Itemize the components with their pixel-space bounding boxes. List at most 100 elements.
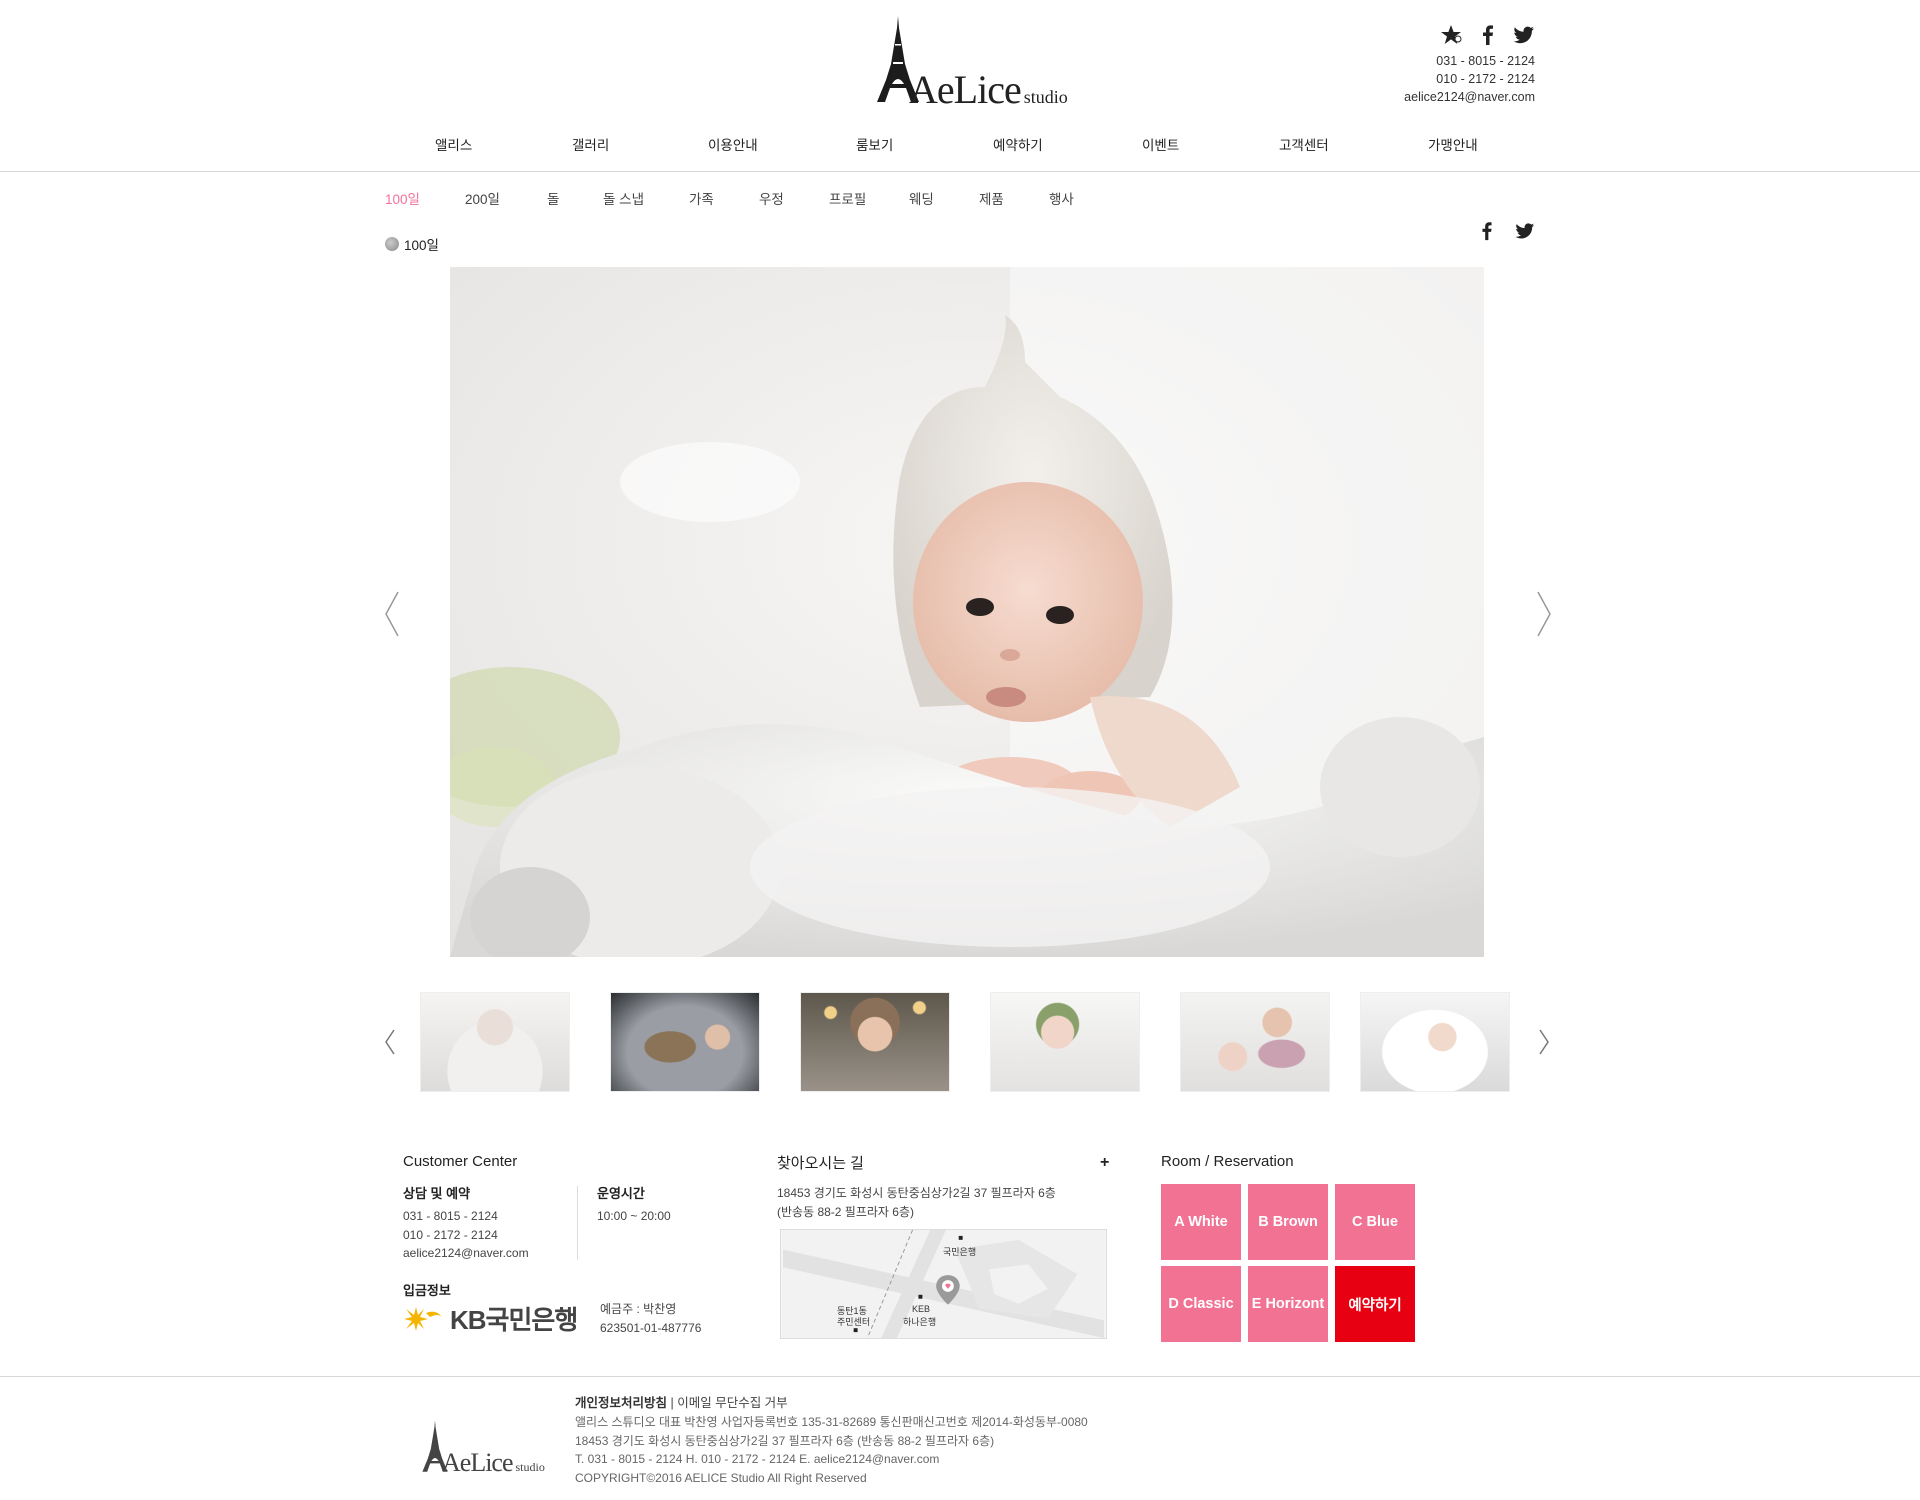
map-label-keb-line-2: 하나은행 bbox=[903, 1317, 937, 1327]
address-line-2: (반송동 88-2 필프라자 6층) bbox=[777, 1204, 915, 1219]
thumbnail-5[interactable] bbox=[1180, 992, 1330, 1092]
thumbnail-4[interactable] bbox=[990, 992, 1140, 1092]
thumbnail-3[interactable] bbox=[800, 992, 950, 1092]
consult-phone-2: 010 - 2172 - 2124 bbox=[403, 1227, 498, 1242]
address-line-1: 18453 경기도 화성시 동탄중심상가2길 37 필프라자 6층 bbox=[777, 1186, 1056, 1200]
footer-logo-text: AeLice studio bbox=[442, 1448, 545, 1478]
thumbnail-6-image bbox=[1361, 993, 1509, 1091]
header-social bbox=[1441, 24, 1535, 46]
footer-logo-sub-text: studio bbox=[515, 1460, 545, 1474]
kb-bank-name: KB국민은행 bbox=[450, 1305, 578, 1335]
email-refusal-link[interactable]: 이메일 무단수집 거부 bbox=[677, 1396, 787, 1410]
column-divider bbox=[577, 1186, 578, 1260]
nav-item-franchise[interactable]: 가맹안내 bbox=[1428, 134, 1478, 154]
footer-line-3: T. 031 - 8015 - 2124 H. 010 - 2172 - 212… bbox=[575, 1452, 940, 1466]
thumbnail-2-image bbox=[611, 993, 759, 1091]
thumbnail-6[interactable] bbox=[1360, 992, 1510, 1092]
tab-100-days[interactable]: 100일 bbox=[385, 188, 420, 208]
nav-item-reserve[interactable]: 예약하기 bbox=[993, 134, 1043, 154]
tab-product[interactable]: 제품 bbox=[979, 188, 1004, 208]
room-e-horizont-button[interactable]: E Horizont bbox=[1248, 1266, 1328, 1342]
hours-text: 10:00 ~ 20:00 bbox=[597, 1209, 671, 1223]
directions-title: 찾아오시는 길 bbox=[777, 1155, 864, 1172]
account-holder: 예금주 : 박찬영 bbox=[600, 1302, 677, 1316]
room-d-classic-button[interactable]: D Classic bbox=[1161, 1266, 1241, 1342]
main-gallery-photo bbox=[450, 267, 1484, 957]
deposit-title: 입금정보 bbox=[403, 1283, 451, 1298]
header-phone-1: 031 - 8015 - 2124 bbox=[1436, 54, 1535, 68]
nav-item-customer-center[interactable]: 고객센터 bbox=[1279, 134, 1329, 154]
consult-email[interactable]: aelice2124@naver.com bbox=[403, 1244, 529, 1263]
room-a-white-button[interactable]: A White bbox=[1161, 1184, 1241, 1260]
footer-line-1: 앨리스 스튜디오 대표 박찬영 사업자등록번호 135-31-82689 통신판… bbox=[575, 1415, 1088, 1429]
reserve-button[interactable]: 예약하기 bbox=[1335, 1266, 1415, 1342]
footer-divider bbox=[0, 1376, 1920, 1377]
thumbnails-next-arrow[interactable] bbox=[1537, 1028, 1551, 1056]
account-info: 예금주 : 박찬영 623501-01-487776 bbox=[600, 1300, 701, 1337]
logo-sub-text: studio bbox=[1023, 87, 1068, 107]
thumbnail-2[interactable] bbox=[610, 992, 760, 1092]
footer-logo-main-text: AeLice bbox=[442, 1448, 514, 1477]
kb-bank-logo: KB국민은행 bbox=[402, 1300, 578, 1337]
star-icon[interactable] bbox=[1441, 24, 1463, 46]
header-email[interactable]: aelice2124@naver.com bbox=[1404, 88, 1535, 106]
nav-item-rooms[interactable]: 룸보기 bbox=[856, 134, 893, 154]
share-buttons bbox=[1477, 221, 1535, 241]
thumbnail-4-image bbox=[991, 993, 1139, 1091]
location-map[interactable]: 국민은행 동탄1동 주민센터 KEB 하나은행 bbox=[780, 1229, 1107, 1339]
privacy-policy-link[interactable]: 개인정보처리방침 bbox=[575, 1396, 667, 1410]
twitter-share-icon[interactable] bbox=[1515, 221, 1535, 241]
room-b-brown-button[interactable]: B Brown bbox=[1248, 1184, 1328, 1260]
baby-photo-image bbox=[450, 267, 1484, 957]
directions-more-plus-icon[interactable]: + bbox=[1100, 1154, 1109, 1172]
tab-profile[interactable]: 프로필 bbox=[829, 188, 866, 208]
rooms-title: Room / Reservation bbox=[1161, 1153, 1294, 1170]
thumbnail-3-image bbox=[801, 993, 949, 1091]
thumbnail-5-image bbox=[1181, 993, 1329, 1091]
consult-contact: 031 - 8015 - 2124 010 - 2172 - 2124 aeli… bbox=[403, 1207, 529, 1263]
footer-company-info: 앨리스 스튜디오 대표 박찬영 사업자등록번호 135-31-82689 통신판… bbox=[575, 1413, 1088, 1487]
thumbnail-1[interactable] bbox=[420, 992, 570, 1092]
next-photo-arrow[interactable] bbox=[1532, 590, 1554, 638]
map-label-kookmin-bank: 국민은행 bbox=[943, 1247, 977, 1257]
hours-title: 운영시간 bbox=[597, 1186, 645, 1201]
nav-item-gallery[interactable]: 갤러리 bbox=[572, 134, 609, 154]
directions-address: 18453 경기도 화성시 동탄중심상가2길 37 필프라자 6층 (반송동 8… bbox=[777, 1184, 1056, 1221]
footer-logo: AeLice studio bbox=[420, 1416, 545, 1482]
tab-friendship[interactable]: 우정 bbox=[759, 188, 784, 208]
map-label-center-line-2: 주민센터 bbox=[837, 1317, 871, 1327]
facebook-share-icon[interactable] bbox=[1477, 221, 1497, 241]
map-label-keb-line-1: KEB bbox=[912, 1304, 931, 1314]
tab-wedding[interactable]: 웨딩 bbox=[909, 188, 934, 208]
footer-copyright: COPYRIGHT©2016 AELICE Studio All Right R… bbox=[575, 1470, 867, 1485]
footer-line-2: 18453 경기도 화성시 동탄중심상가2길 37 필프라자 6층 (반송동 8… bbox=[575, 1433, 995, 1448]
breadcrumb: 100일 bbox=[385, 234, 439, 254]
tab-first-birthday[interactable]: 돌 bbox=[547, 188, 559, 208]
nav-item-alice[interactable]: 앨리스 bbox=[435, 134, 472, 154]
header-phone-2: 010 - 2172 - 2124 bbox=[1436, 72, 1535, 86]
tab-birthday-snap[interactable]: 돌 스냅 bbox=[603, 188, 644, 208]
footer-links: 개인정보처리방침 | 이메일 무단수집 거부 bbox=[575, 1392, 788, 1411]
twitter-icon[interactable] bbox=[1513, 24, 1535, 46]
category-bullet-icon bbox=[385, 237, 399, 251]
consult-phone-1: 031 - 8015 - 2124 bbox=[403, 1209, 498, 1223]
nav-item-events[interactable]: 이벤트 bbox=[1142, 134, 1179, 154]
prev-photo-arrow[interactable] bbox=[382, 590, 404, 638]
facebook-icon[interactable] bbox=[1477, 24, 1499, 46]
account-number: 623501-01-487776 bbox=[600, 1320, 702, 1335]
footer-link-separator: | bbox=[667, 1396, 678, 1410]
nav-item-guide[interactable]: 이용안내 bbox=[708, 134, 758, 154]
header-divider bbox=[0, 171, 1920, 172]
kb-star-icon bbox=[404, 1306, 442, 1331]
room-c-blue-button[interactable]: C Blue bbox=[1335, 1184, 1415, 1260]
customer-center-title: Customer Center bbox=[403, 1153, 518, 1170]
main-navigation: 앨리스 갤러리 이용안내 룸보기 예약하기 이벤트 고객센터 가맹안내 bbox=[385, 134, 1535, 168]
tab-family[interactable]: 가족 bbox=[689, 188, 714, 208]
logo-main-text: AeLice bbox=[909, 67, 1022, 112]
tab-event[interactable]: 행사 bbox=[1049, 188, 1074, 208]
site-logo[interactable]: AeLice studio bbox=[873, 14, 1068, 112]
tab-200-days[interactable]: 200일 bbox=[465, 188, 500, 208]
consult-title: 상담 및 예약 bbox=[403, 1186, 471, 1201]
thumbnail-1-image bbox=[421, 993, 569, 1091]
thumbnails-prev-arrow[interactable] bbox=[383, 1028, 397, 1056]
